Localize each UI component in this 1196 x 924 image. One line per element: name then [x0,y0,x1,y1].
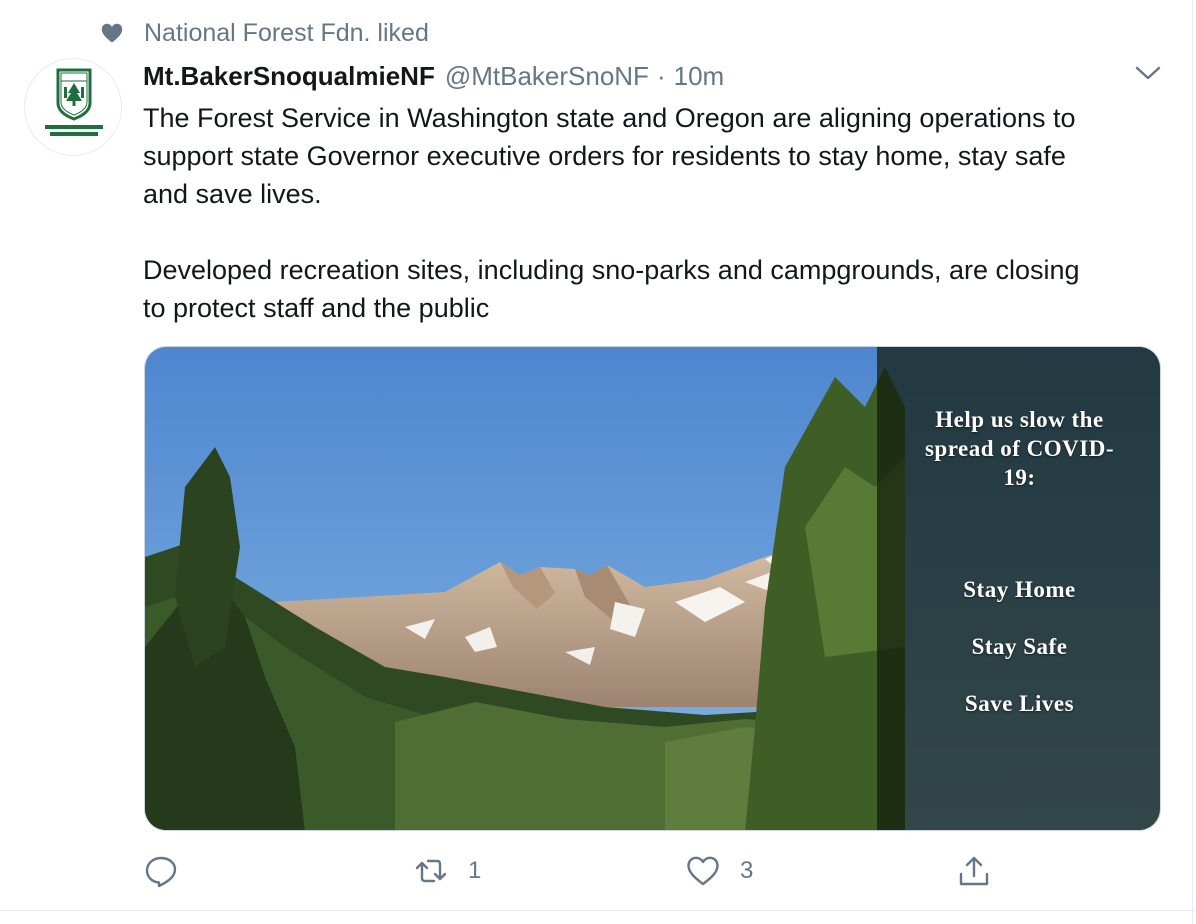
tweet-paragraph: Developed recreation sites, including sn… [143,255,1080,323]
overlay-heading: Help us slow the spread of COVID- 19: [924,407,1115,490]
heart-outline-icon [687,856,719,886]
retweet-icon [415,859,447,883]
social-context[interactable]: National Forest Fdn. liked [100,18,429,48]
share-icon [959,856,989,886]
tweet-paragraph: The Forest Service in Washington state a… [143,103,1076,209]
covid-message-panel: Help us slow the spread of COVID- 19: St… [877,347,1160,830]
user-handle[interactable]: @MtBakerSnoNF [445,61,649,92]
tweet-header: Mt.BakerSnoqualmieNF @MtBakerSnoNF · 10m [143,58,724,94]
separator-dot: · [656,60,666,91]
column-divider [1192,0,1193,924]
overlay-item: Save Lives [964,691,1075,716]
heart-icon [101,23,123,43]
overlay-item: Stay Home [963,577,1076,602]
usda-forest-service-logo [45,68,103,136]
reply-icon [145,856,177,888]
tweet-actions: 1 3 [0,848,1196,894]
overlay-item: Stay Safe [971,634,1068,659]
tweet-text: The Forest Service in Washington state a… [143,99,1173,327]
avatar[interactable] [24,58,122,156]
like-count: 3 [740,857,754,884]
timestamp[interactable]: 10m [674,61,725,92]
like-button[interactable]: 3 [686,848,753,894]
retweet-count: 1 [468,857,482,884]
share-button[interactable] [957,848,1011,894]
chevron-down-icon[interactable] [1134,61,1162,85]
retweet-button[interactable]: 1 [414,848,481,894]
tweet-media-image[interactable]: Help us slow the spread of COVID- 19: St… [144,346,1161,831]
social-context-text[interactable]: National Forest Fdn. liked [144,19,429,48]
tweet-divider [0,910,1196,911]
display-name[interactable]: Mt.BakerSnoqualmieNF [143,61,435,92]
reply-button[interactable] [144,848,198,894]
